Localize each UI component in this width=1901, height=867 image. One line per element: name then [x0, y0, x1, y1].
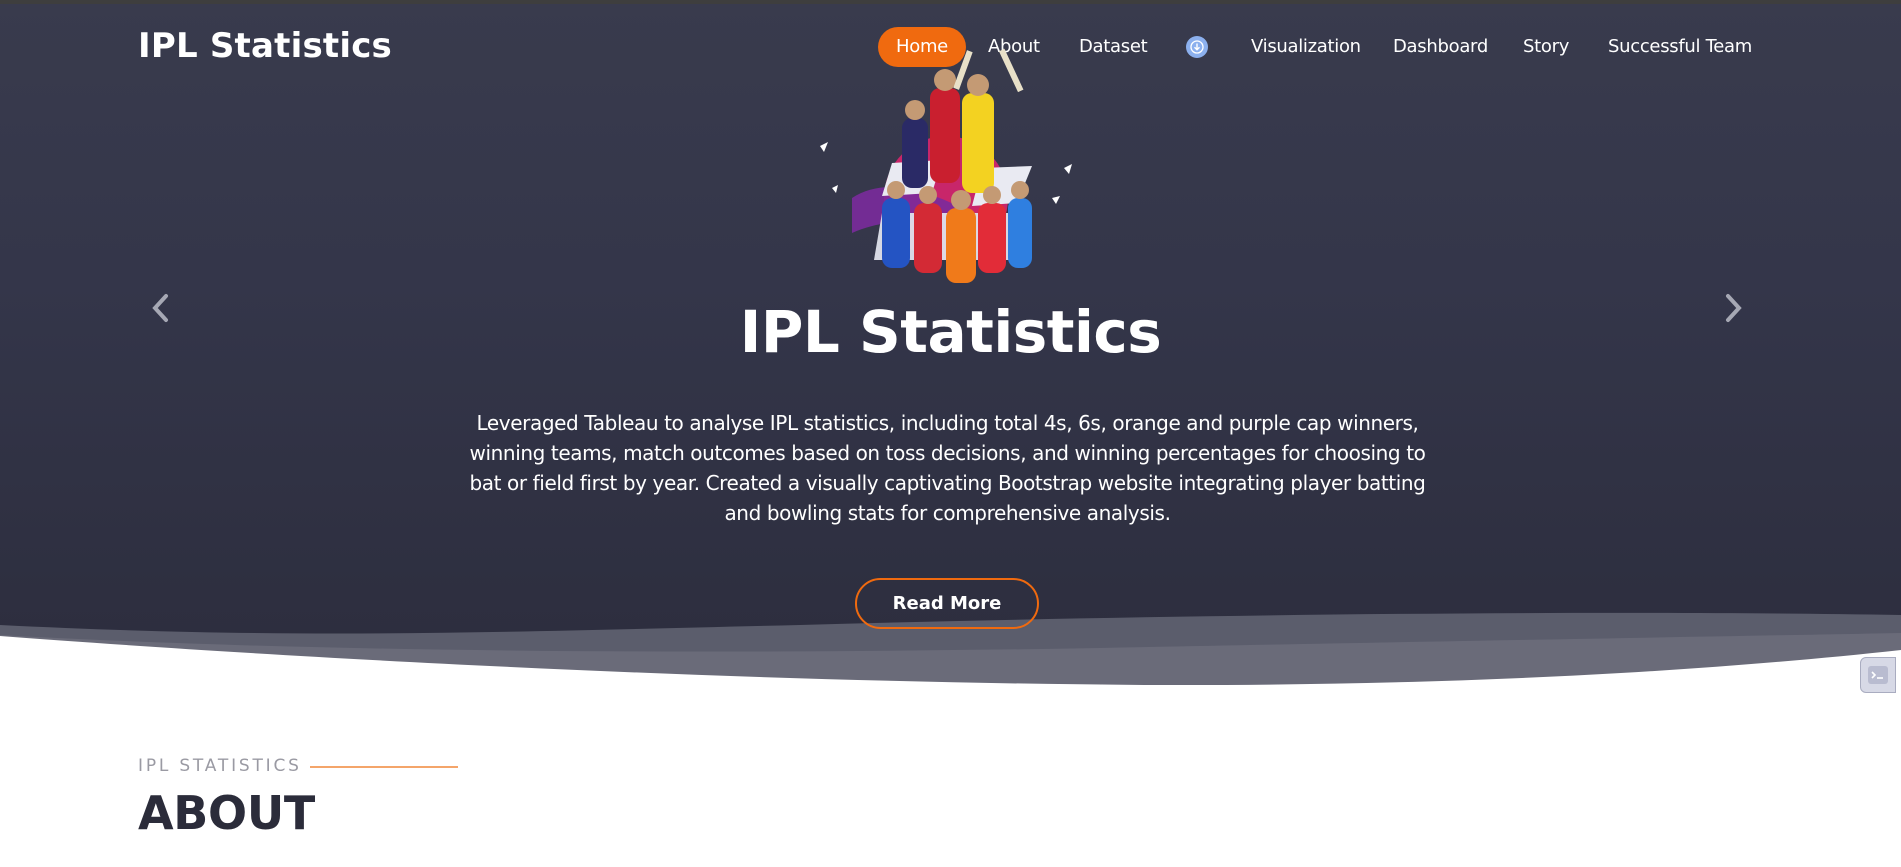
- download-arrow-icon: [1190, 40, 1204, 54]
- about-subtitle: IPL STATISTICS: [138, 756, 302, 776]
- hero-section: IPL Statistics Home About Dataset Visual…: [0, 0, 1901, 690]
- nav-dashboard[interactable]: Dashboard: [1393, 27, 1488, 67]
- nav-dataset[interactable]: Dataset: [1079, 27, 1148, 67]
- chevron-left-icon[interactable]: [146, 290, 176, 326]
- nav-successful-team[interactable]: Successful Team: [1608, 27, 1752, 67]
- ipl-players-image: [820, 48, 1072, 283]
- hero-title: IPL Statistics: [739, 298, 1162, 366]
- nav-story[interactable]: Story: [1523, 27, 1569, 67]
- about-title: ABOUT: [138, 786, 315, 840]
- site-brand[interactable]: IPL Statistics: [138, 26, 392, 66]
- chevron-right-icon[interactable]: [1718, 290, 1748, 326]
- top-border: [0, 0, 1901, 4]
- nav-visualization[interactable]: Visualization: [1251, 27, 1361, 67]
- hero-description: Leveraged Tableau to analyse IPL statist…: [469, 411, 1426, 525]
- terminal-widget-icon[interactable]: [1860, 657, 1896, 693]
- terminal-icon: [1868, 666, 1888, 684]
- about-divider: [310, 766, 458, 768]
- read-more-button[interactable]: Read More: [855, 578, 1039, 629]
- download-icon[interactable]: [1186, 36, 1208, 58]
